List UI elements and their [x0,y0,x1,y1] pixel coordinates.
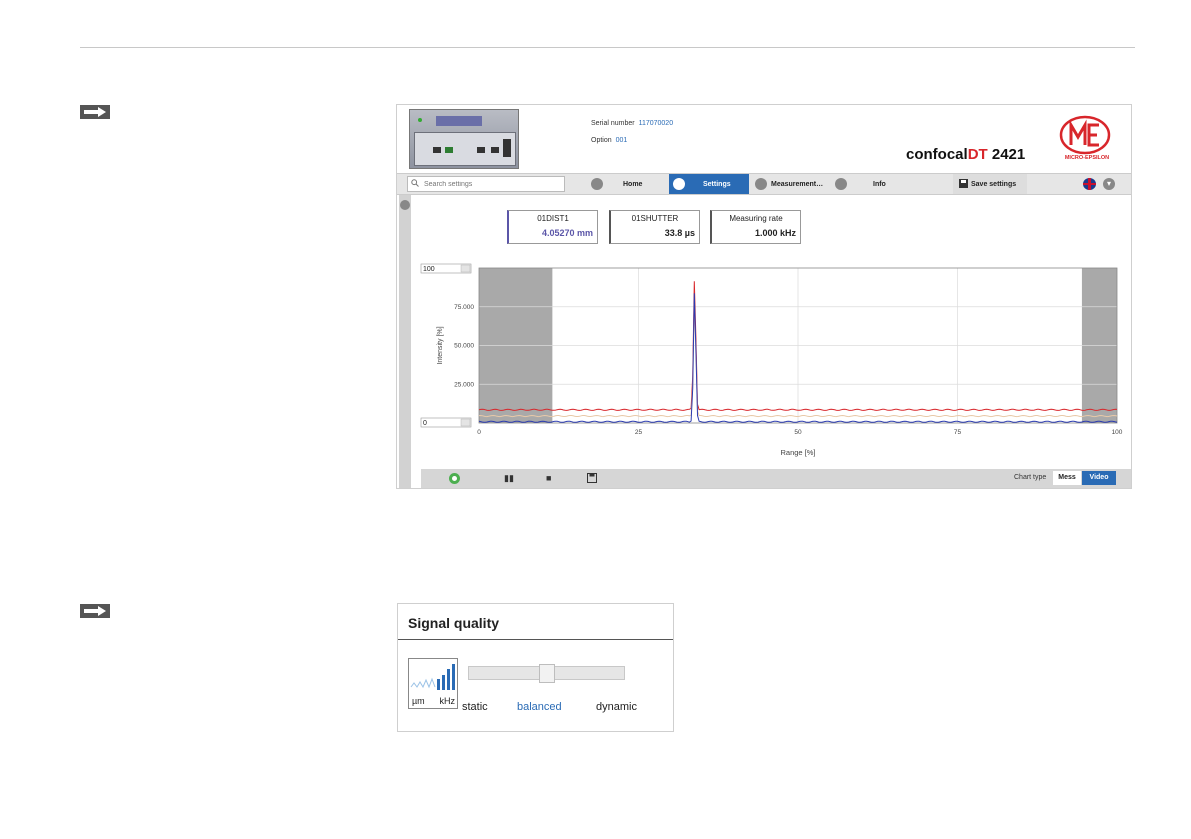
y-axis-label: Intensity [%] [437,326,444,364]
save-settings-button[interactable]: Save settings [953,174,1027,194]
search-icon [411,179,419,189]
side-panel[interactable] [399,195,411,488]
option-balanced[interactable]: balanced [517,701,562,713]
y-tick-label: 25.000 [454,381,474,388]
slider-thumb[interactable] [539,664,555,683]
menu-icon[interactable] [400,200,410,210]
chart-type-mess[interactable]: Mess [1053,471,1081,485]
spinner-icon [460,264,471,273]
gear-icon [673,178,685,190]
input-value: 100 [423,266,435,273]
web-interface-screenshot: Serial number 117070020 Option 001 confoca… [396,104,1132,489]
home-icon [591,178,603,190]
header: Serial number 117070020 Option 001 confoca… [397,105,1131,173]
wave-icon [755,178,767,190]
tab-settings[interactable]: Settings [669,174,749,194]
tab-measurement[interactable]: Measurement… [753,174,828,194]
language-flag-icon[interactable] [1083,178,1096,190]
x-tick-label: 75 [954,429,962,436]
measurement-box-dist: 01DIST1 4.05270 mm [507,210,598,244]
device-image [409,109,519,169]
option: Option 001 [591,137,628,144]
measurement-box-shutter: 01SHUTTER 33.8 µs [609,210,700,244]
top-rule [80,47,1135,48]
stop-icon[interactable]: ■ [546,473,551,483]
y-min-input[interactable]: 0 [420,417,472,428]
info-icon [835,178,847,190]
signal-quality-title: Signal quality [408,615,500,631]
tab-home[interactable]: Home [587,174,662,194]
chart-toolbar: ▮▮ ■ Chart type Mess Video [421,469,1131,488]
tab-info[interactable]: Info [833,174,911,194]
signal-quality-slider[interactable] [468,664,625,683]
nav-bar: Home Settings Measurement… Info Save set… [397,173,1131,195]
y-tick-label: 75.000 [454,304,474,311]
y-tick-label: 50.000 [454,343,474,350]
brand-text: MICRO-EPSILON [1064,155,1110,161]
chevron-down-icon[interactable]: ▾ [1103,178,1115,190]
chart-area: 01DIST1 4.05270 mm 01SHUTTER 33.8 µs Mea… [397,195,1131,488]
option-dynamic[interactable]: dynamic [596,701,637,713]
option-static[interactable]: static [462,701,488,713]
x-axis-label: Range [%] [780,448,815,457]
measurement-box-rate: Measuring rate 1.000 kHz [710,210,801,244]
spinner-icon [460,418,471,427]
divider [398,639,673,640]
search-field[interactable] [407,176,565,192]
arrow-icon [80,604,110,618]
input-value: 0 [423,420,427,427]
product-name: confocalDT 2421 [906,146,1026,163]
pause-icon[interactable]: ▮▮ [504,473,514,484]
chart-type-label: Chart type [1014,474,1047,481]
chart-type-video[interactable]: Video [1082,471,1116,485]
signal-quality-icon: µm kHz [408,658,458,709]
x-tick-label: 25 [635,429,643,436]
play-icon[interactable] [449,473,460,484]
x-tick-label: 50 [794,429,802,436]
floppy-icon [959,178,968,190]
serial-number: Serial number 117070020 [591,120,674,127]
y-max-input[interactable]: 100 [420,263,472,274]
x-tick-label: 0 [477,429,481,436]
search-input[interactable] [422,178,564,191]
signal-quality-panel: Signal quality µm kHz static balanced dy… [397,603,674,732]
x-tick-label: 100 [1112,429,1123,436]
save-icon[interactable] [587,473,597,485]
arrow-icon [80,105,110,119]
intensity-chart: 0 25 50 75 100 25.000 50.000 75.000 Range [%] Int… [420,263,1123,457]
